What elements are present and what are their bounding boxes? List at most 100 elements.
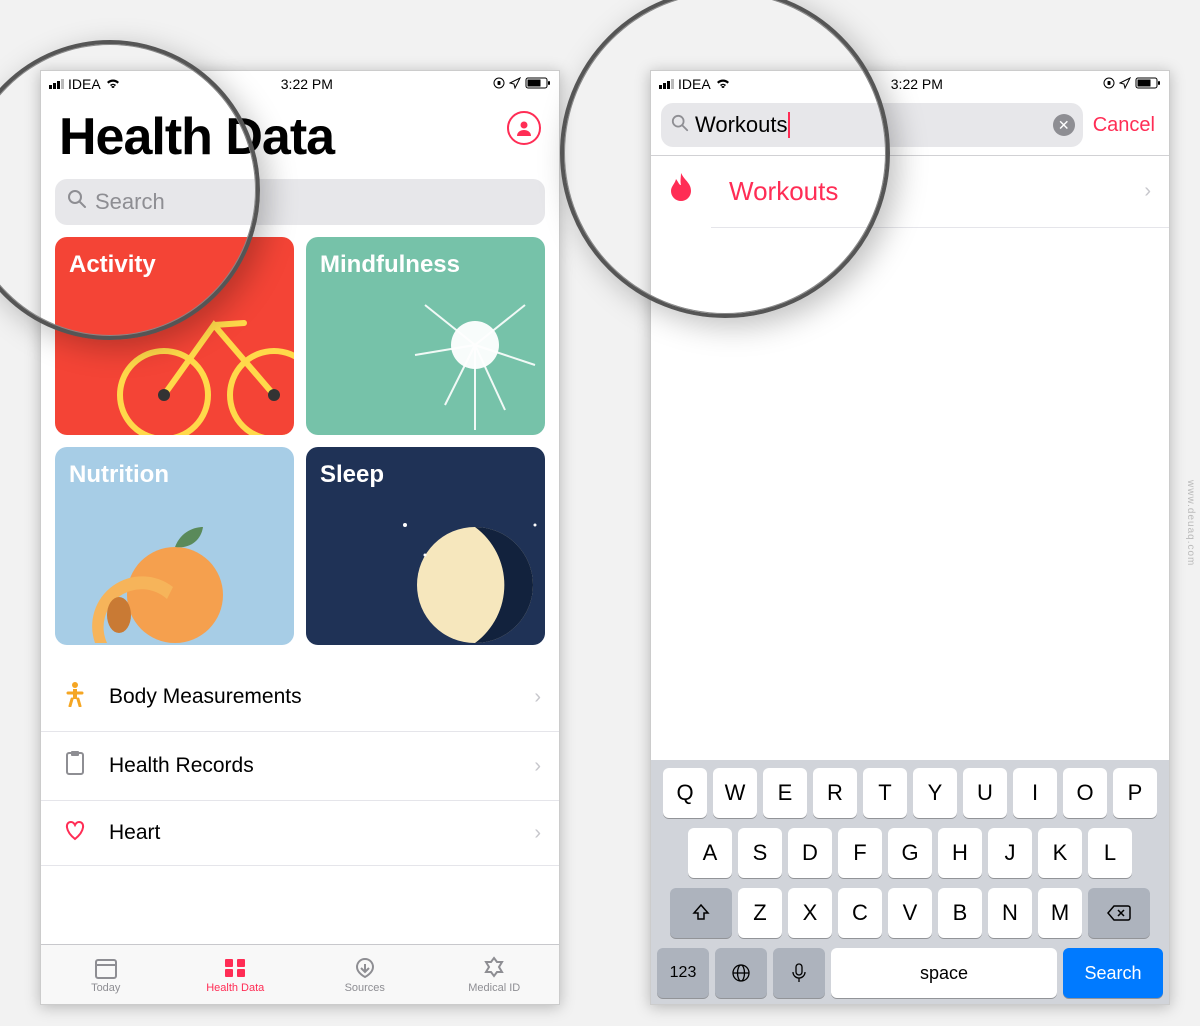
key-s[interactable]: S (738, 828, 782, 878)
key-j[interactable]: J (988, 828, 1032, 878)
category-tiles: Activity Mindfulness Nutrition (41, 237, 559, 645)
tab-today[interactable]: Today (41, 945, 171, 1004)
tab-sources[interactable]: Sources (300, 945, 430, 1004)
key-q[interactable]: Q (663, 768, 707, 818)
clear-button[interactable]: ✕ (1053, 114, 1075, 136)
key-c[interactable]: C (838, 888, 882, 938)
carrier-label: IDEA (678, 76, 711, 92)
watermark: www.deuaq.com (1185, 480, 1196, 566)
tile-activity[interactable]: Activity (55, 237, 294, 435)
wifi-icon (105, 76, 121, 92)
row-heart[interactable]: Heart › (41, 801, 559, 866)
row-body-label: Body Measurements (109, 685, 302, 709)
lock-icon (493, 76, 505, 92)
location-icon (1119, 76, 1131, 92)
key-z[interactable]: Z (738, 888, 782, 938)
row-records-label: Health Records (109, 754, 254, 778)
shift-key[interactable] (670, 888, 732, 938)
key-d[interactable]: D (788, 828, 832, 878)
search-result-workouts[interactable]: Workouts › (711, 156, 1169, 228)
key-i[interactable]: I (1013, 768, 1057, 818)
result-label: Workouts (729, 176, 838, 207)
tile-nutrition-label: Nutrition (69, 461, 169, 488)
profile-button[interactable] (507, 111, 541, 145)
wifi-icon (715, 76, 731, 92)
clock: 3:22 PM (731, 76, 1103, 92)
clock: 3:22 PM (121, 76, 493, 92)
keyboard: QWERTYUIOP ASDFGHJKL ZXCVBNM 123 space S… (651, 760, 1169, 1004)
heart-icon (59, 819, 91, 847)
key-h[interactable]: H (938, 828, 982, 878)
search-icon (67, 189, 87, 215)
signal-icon (659, 79, 674, 89)
tab-health-data-label: Health Data (206, 982, 264, 994)
search-input[interactable]: Search (55, 179, 545, 225)
tab-today-label: Today (91, 982, 120, 994)
flame-icon (667, 171, 695, 212)
key-l[interactable]: L (1088, 828, 1132, 878)
key-x[interactable]: X (788, 888, 832, 938)
phone-search-workouts: IDEA 3:22 PM Workouts ✕ Cancel Workouts … (650, 70, 1170, 1005)
key-f[interactable]: F (838, 828, 882, 878)
cancel-button[interactable]: Cancel (1093, 114, 1159, 137)
row-heart-label: Heart (109, 821, 160, 845)
clipboard-icon (59, 750, 91, 782)
tab-health-data[interactable]: Health Data (171, 945, 301, 1004)
search-header: Workouts ✕ Cancel (651, 97, 1169, 156)
body-icon (59, 681, 91, 713)
key-n[interactable]: N (988, 888, 1032, 938)
key-a[interactable]: A (688, 828, 732, 878)
location-icon (509, 76, 521, 92)
row-health-records[interactable]: Health Records › (41, 732, 559, 801)
battery-icon (525, 76, 551, 92)
backspace-key[interactable] (1088, 888, 1150, 938)
search-key[interactable]: Search (1063, 948, 1163, 998)
status-bar: IDEA 3:22 PM (651, 71, 1169, 97)
tab-sources-label: Sources (345, 982, 385, 994)
tab-medical-id-label: Medical ID (468, 982, 520, 994)
globe-key[interactable] (715, 948, 767, 998)
key-k[interactable]: K (1038, 828, 1082, 878)
key-g[interactable]: G (888, 828, 932, 878)
row-body-measurements[interactable]: Body Measurements › (41, 663, 559, 732)
key-u[interactable]: U (963, 768, 1007, 818)
search-value: Workouts (695, 112, 788, 138)
chevron-right-icon: › (1144, 180, 1151, 203)
tile-sleep[interactable]: Sleep (306, 447, 545, 645)
key-p[interactable]: P (1113, 768, 1157, 818)
numbers-key[interactable]: 123 (657, 948, 709, 998)
key-y[interactable]: Y (913, 768, 957, 818)
key-v[interactable]: V (888, 888, 932, 938)
key-t[interactable]: T (863, 768, 907, 818)
status-bar: IDEA 3:22 PM (41, 71, 559, 97)
tile-nutrition[interactable]: Nutrition (55, 447, 294, 645)
text-cursor (788, 112, 790, 138)
phone-health-data: IDEA 3:22 PM Health Data Search Activity (40, 70, 560, 1005)
key-r[interactable]: R (813, 768, 857, 818)
keyboard-row-1: QWERTYUIOP (655, 768, 1165, 818)
page-title: Health Data (41, 97, 559, 173)
tab-medical-id[interactable]: Medical ID (430, 945, 560, 1004)
tile-mindfulness[interactable]: Mindfulness (306, 237, 545, 435)
lock-icon (1103, 76, 1115, 92)
key-e[interactable]: E (763, 768, 807, 818)
tile-mindfulness-label: Mindfulness (320, 251, 460, 278)
battery-icon (1135, 76, 1161, 92)
chevron-right-icon: › (534, 822, 541, 845)
key-w[interactable]: W (713, 768, 757, 818)
search-input[interactable]: Workouts ✕ (661, 103, 1083, 147)
dictation-key[interactable] (773, 948, 825, 998)
category-list: Body Measurements › Health Records › Hea… (41, 663, 559, 866)
key-b[interactable]: B (938, 888, 982, 938)
tab-bar: Today Health Data Sources Medical ID (41, 944, 559, 1004)
space-key[interactable]: space (831, 948, 1057, 998)
chevron-right-icon: › (534, 686, 541, 709)
key-o[interactable]: O (1063, 768, 1107, 818)
tile-activity-label: Activity (69, 251, 156, 278)
search-icon (671, 112, 689, 138)
carrier-label: IDEA (68, 76, 101, 92)
signal-icon (49, 79, 64, 89)
key-m[interactable]: M (1038, 888, 1082, 938)
search-placeholder: Search (95, 189, 165, 215)
chevron-right-icon: › (534, 755, 541, 778)
